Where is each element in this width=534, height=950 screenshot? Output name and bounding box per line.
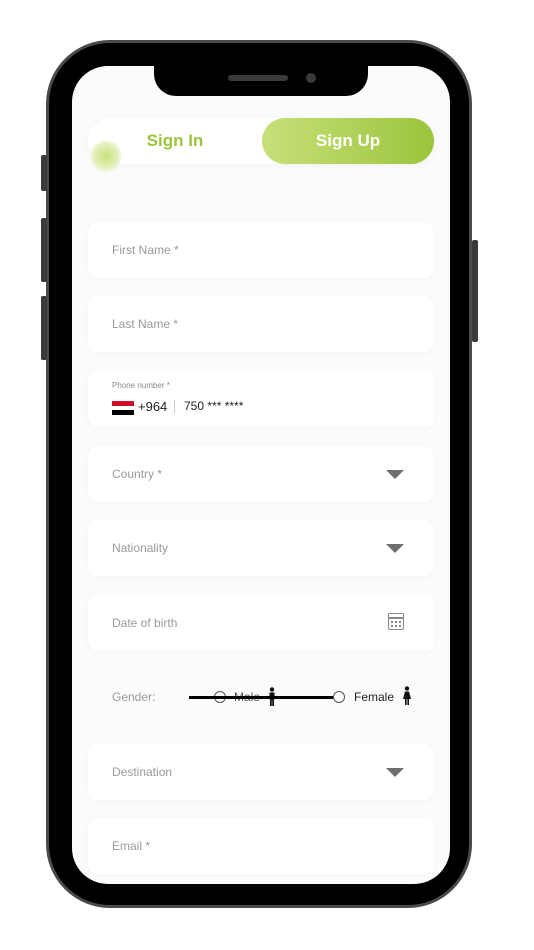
last-name-placeholder: Last Name *: [112, 317, 179, 331]
female-label[interactable]: Female: [354, 690, 394, 704]
country-select[interactable]: Country *: [88, 446, 434, 502]
screen: Sign In Sign Up First Name * Last Name *…: [72, 66, 450, 884]
side-button-volume-up: [41, 218, 47, 282]
phone-separator: [174, 400, 175, 414]
date-of-birth-field[interactable]: Date of birth: [88, 595, 434, 651]
destination-placeholder: Destination: [112, 765, 173, 779]
date-of-birth-placeholder: Date of birth: [112, 616, 178, 630]
tab-sign-up[interactable]: Sign Up: [262, 118, 434, 164]
chevron-down-icon: [386, 768, 404, 777]
chevron-down-icon: [386, 470, 404, 479]
chevron-down-icon: [386, 544, 404, 553]
first-name-field[interactable]: First Name *: [88, 222, 434, 278]
gender-strike-bar: [189, 696, 334, 699]
camera: [306, 73, 316, 83]
phone-label: Phone number *: [112, 381, 170, 390]
destination-select[interactable]: Destination: [88, 744, 434, 800]
nationality-placeholder: Nationality: [112, 541, 169, 555]
last-name-field[interactable]: Last Name *: [88, 296, 434, 352]
side-button-power: [472, 240, 478, 342]
side-button-volume-down: [41, 296, 47, 360]
speaker: [228, 75, 288, 81]
notch: [154, 66, 368, 96]
first-name-placeholder: First Name *: [112, 243, 179, 257]
auth-toggle: Sign In Sign Up: [88, 118, 434, 172]
female-icon: [403, 686, 411, 705]
phone-number-input[interactable]: 750 *** ****: [184, 399, 243, 413]
iraq-flag-icon[interactable]: [112, 401, 134, 415]
tab-sign-in[interactable]: Sign In: [88, 118, 262, 164]
country-placeholder: Country *: [112, 467, 163, 481]
gender-selector: Gender: Male Female: [72, 678, 450, 718]
phone-field[interactable]: Phone number * +964 750 *** ****: [88, 371, 434, 427]
country-code[interactable]: +964: [138, 399, 167, 414]
female-radio[interactable]: [333, 691, 345, 703]
email-field[interactable]: Email *: [88, 818, 434, 874]
side-button-mute: [41, 155, 47, 191]
email-placeholder: Email *: [112, 839, 151, 853]
gender-label: Gender:: [112, 690, 156, 704]
calendar-icon[interactable]: [388, 613, 404, 630]
nationality-select[interactable]: Nationality: [88, 520, 434, 576]
